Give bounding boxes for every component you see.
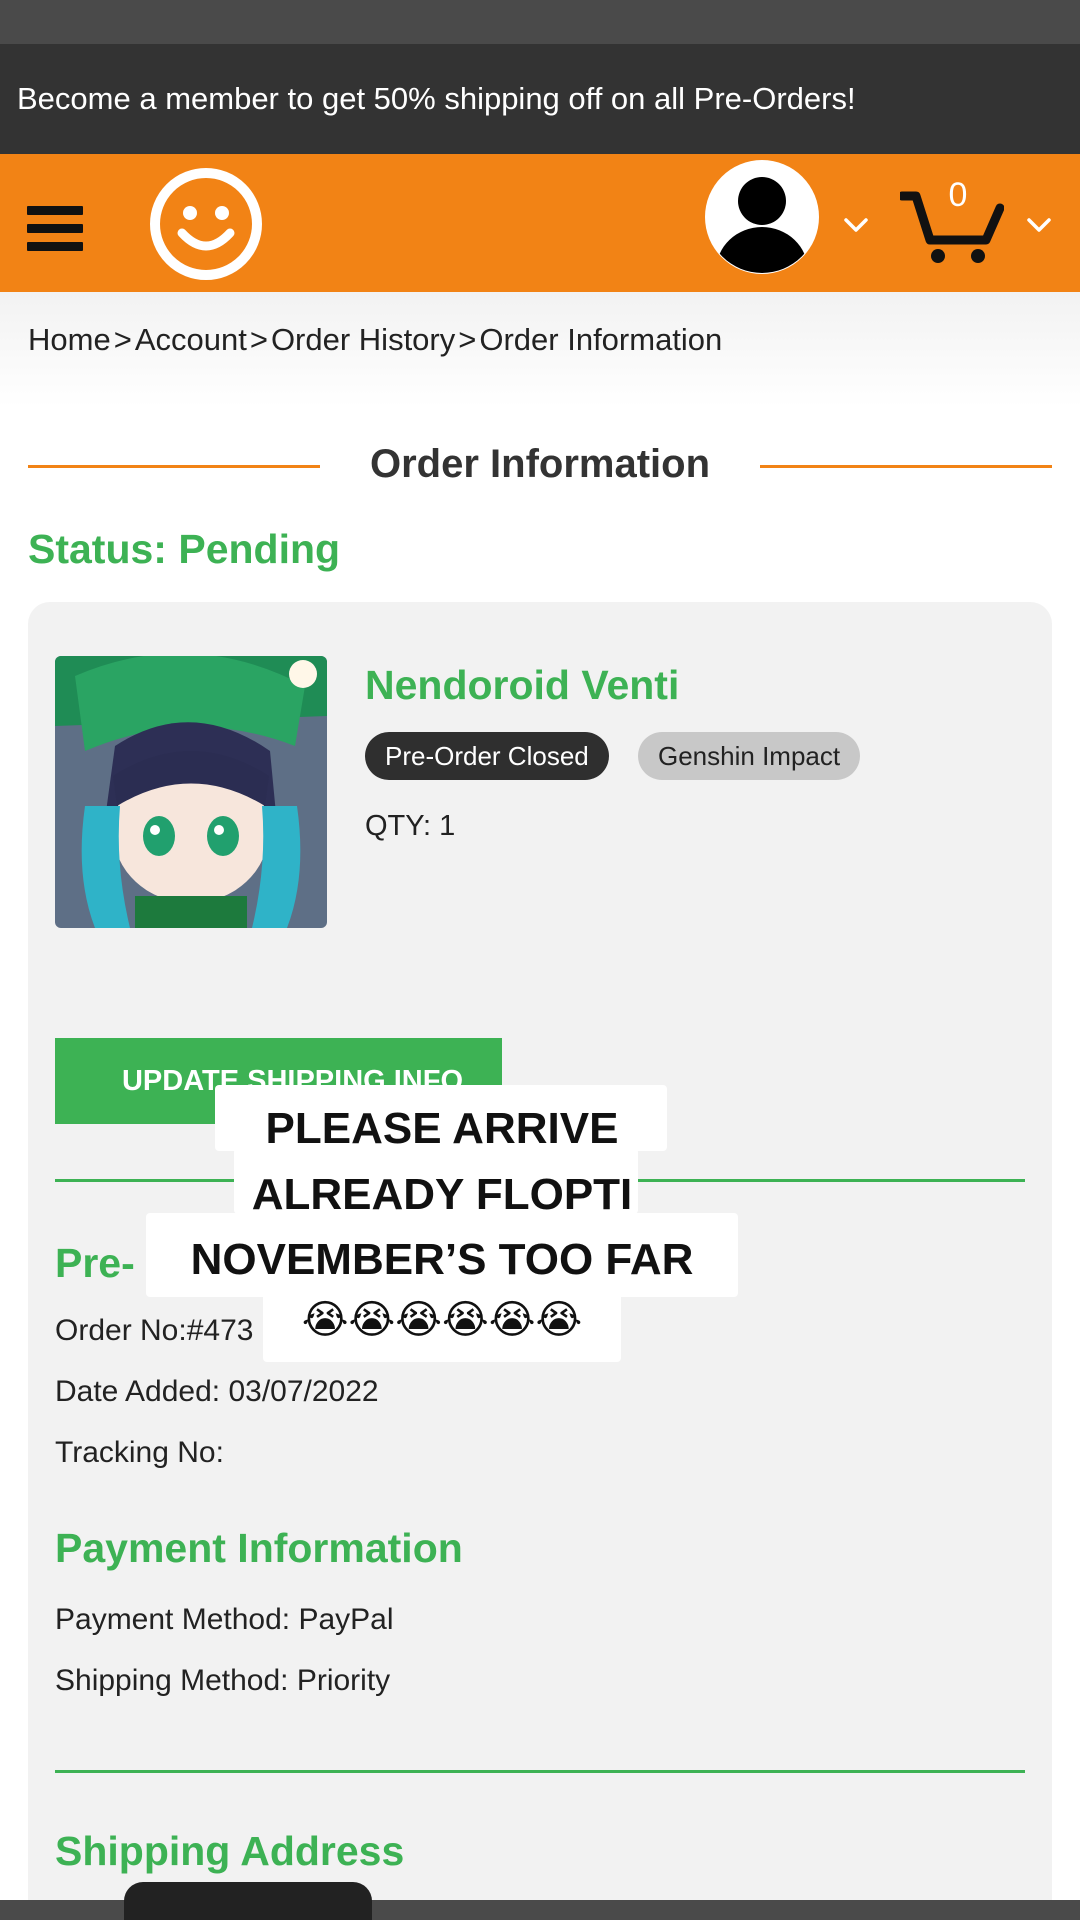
- breadcrumb-separator: >: [249, 322, 268, 357]
- breadcrumb-account[interactable]: Account: [135, 322, 247, 357]
- product-name[interactable]: Nendoroid Venti: [365, 662, 679, 709]
- caption-line: ALREADY FLOPTI: [251, 1170, 633, 1219]
- order-status: Status: Pending: [28, 526, 341, 572]
- payment-method: Payment Method: PayPal: [55, 1603, 394, 1636]
- caption-line: PLEASE ARRIVE: [265, 1104, 619, 1153]
- cart-chevron-down-icon[interactable]: [1026, 212, 1052, 238]
- title-divider-right: [760, 465, 1052, 468]
- caption-line: NOVEMBER’S TOO FAR: [190, 1235, 694, 1284]
- shipping-address-heading: Shipping Address: [55, 1828, 405, 1874]
- tracking-number: Tracking No:: [55, 1436, 224, 1469]
- preorder-status-tag: Pre-Order Closed: [365, 732, 609, 780]
- breadcrumb-order-information: Order Information: [479, 322, 723, 357]
- cart-count-badge: 0: [948, 176, 968, 214]
- breadcrumb-separator: >: [113, 322, 132, 357]
- smiley-face-logo[interactable]: [149, 167, 263, 281]
- status-bar: [0, 0, 1080, 44]
- breadcrumb: Home>Account>Order History>Order Informa…: [28, 322, 722, 358]
- section-divider: [55, 1770, 1025, 1773]
- page-title-row: Order Information: [28, 436, 1052, 496]
- caption-emoji-line: 😭😭😭😭😭😭: [301, 1298, 583, 1342]
- product-image[interactable]: [55, 656, 327, 928]
- breadcrumb-order-history[interactable]: Order History: [271, 322, 455, 357]
- product-quantity: QTY: 1: [365, 810, 456, 842]
- shipping-method: Shipping Method: Priority: [55, 1664, 391, 1697]
- preorder-section-heading: Pre-: [55, 1240, 135, 1286]
- account-chevron-down-icon[interactable]: [843, 212, 869, 238]
- date-added: Date Added: 03/07/2022: [55, 1375, 379, 1408]
- breadcrumb-home[interactable]: Home: [28, 322, 111, 357]
- breadcrumb-separator: >: [458, 322, 477, 357]
- payment-section-heading: Payment Information: [55, 1525, 463, 1571]
- user-avatar-icon[interactable]: [704, 159, 820, 275]
- promo-banner[interactable]: Become a member to get 50% shipping off …: [0, 44, 1080, 154]
- series-tag[interactable]: Genshin Impact: [638, 732, 861, 780]
- hamburger-menu-icon[interactable]: [27, 206, 83, 252]
- site-header: 0: [0, 154, 1080, 292]
- home-indicator[interactable]: [124, 1882, 372, 1920]
